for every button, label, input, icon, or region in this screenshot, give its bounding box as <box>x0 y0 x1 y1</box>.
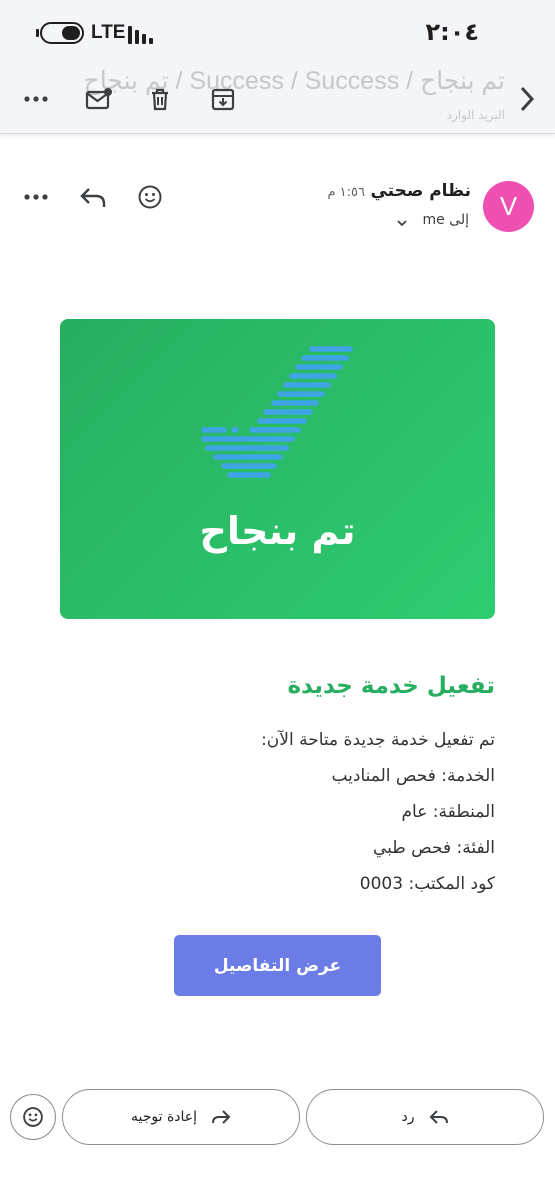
email-time: ١:٥٦ م <box>327 185 365 200</box>
message-line: الفئة: فحص طبي <box>372 838 495 858</box>
delete-button[interactable] <box>143 82 177 116</box>
archive-icon <box>211 88 235 111</box>
bottom-emoji-button[interactable] <box>10 1094 56 1140</box>
message-line: المنطقة: عام <box>401 802 496 822</box>
chevron-down-icon[interactable] <box>395 216 409 230</box>
reply-label: رد <box>401 1109 415 1125</box>
status-bar: LTE ٢:٠٤ <box>0 0 555 66</box>
react-emoji-button[interactable] <box>133 180 167 214</box>
message-line: الخدمة: فحص المناديب <box>331 766 495 786</box>
email-toolbar: تم بنجاح / Success / Success / تم بنجاح … <box>0 66 555 134</box>
more-horizontal-icon <box>24 96 48 102</box>
message-body: تم تفعيل خدمة جديدة متاحة الآن: الخدمة: … <box>95 730 495 910</box>
forward-button[interactable]: إعادة توجيه <box>62 1089 300 1145</box>
archive-button[interactable] <box>206 82 240 116</box>
email-more-button[interactable] <box>19 180 53 214</box>
more-horizontal-icon <box>24 194 48 200</box>
forward-label: إعادة توجيه <box>130 1109 198 1125</box>
emoji-icon <box>138 185 162 209</box>
recipient-line[interactable]: إلى me <box>422 212 469 228</box>
sender-avatar[interactable]: V <box>483 181 534 232</box>
battery-icon <box>36 22 84 44</box>
reply-icon-button[interactable] <box>76 180 110 214</box>
message-line: تم تفعيل خدمة جديدة متاحة الآن: <box>261 730 495 750</box>
status-clock: ٢:٠٤ <box>425 18 479 46</box>
message-heading: تفعيل خدمة جديدة <box>287 673 495 699</box>
sender-name: نظام صحتي <box>370 181 471 201</box>
signal-icon <box>128 26 153 44</box>
view-details-button[interactable]: عرض التفاصيل <box>174 935 381 996</box>
emoji-icon <box>23 1107 43 1127</box>
reply-icon <box>80 188 106 207</box>
chevron-right-icon <box>520 86 535 112</box>
network-type: LTE <box>91 22 126 43</box>
more-options-button[interactable] <box>19 82 53 116</box>
forward-icon <box>212 1110 231 1124</box>
reply-icon <box>429 1110 448 1124</box>
mail-unread-icon <box>85 88 112 110</box>
back-button[interactable] <box>510 82 544 116</box>
success-banner: تم بنجاح <box>60 319 495 619</box>
mark-unread-button[interactable] <box>82 82 116 116</box>
trash-icon <box>152 88 168 111</box>
checkmark-icon <box>201 346 353 478</box>
banner-title: تم بنجاح <box>199 509 356 553</box>
reply-button[interactable]: رد <box>306 1089 544 1145</box>
message-line: كود المكتب: 0003 <box>359 874 495 894</box>
toolbar-folder: البريد الوارد <box>446 108 505 122</box>
